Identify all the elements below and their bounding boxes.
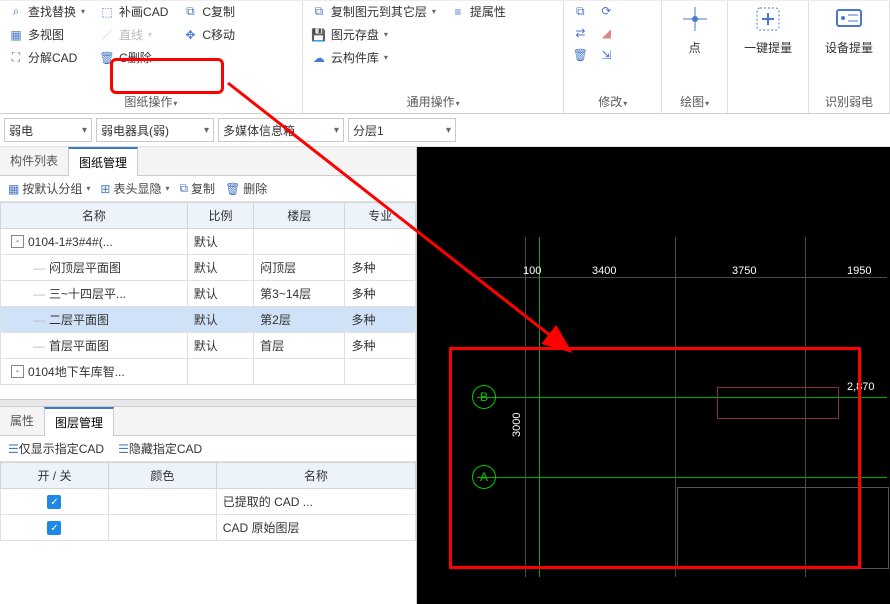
copy-to-layer-button[interactable]: ⧉复制图元到其它层▾ (311, 3, 436, 20)
drawing-table: 名称 比例 楼层 专业 -0104-1#3#4#(...默认—闷顶层平面图默认闷… (0, 202, 416, 385)
table-row[interactable]: —三~十四层平...默认第3~14层多种 (1, 281, 416, 307)
dim-1950: 1950 (847, 265, 871, 277)
combo-category[interactable]: 弱电器具(弱)▾ (96, 118, 214, 142)
multiview-button[interactable]: ▦多视图 (8, 26, 85, 43)
table-row[interactable]: —闷顶层平面图默认闷顶层多种 (1, 255, 416, 281)
delete-button[interactable]: 🗑删除 (225, 180, 267, 197)
drawing-canvas[interactable]: 100 3400 3750 1950 2,870 3000 B A (417, 147, 890, 604)
decompose-icon: ⛶ (8, 50, 24, 66)
table-row[interactable]: ✓已提取的 CAD ... (1, 489, 416, 515)
combo-component[interactable]: 多媒体信息箱▾ (218, 118, 344, 142)
col-scale[interactable]: 比例 (187, 203, 253, 229)
device-extract-label: 设备提量 (825, 39, 873, 56)
checkbox[interactable]: ✓ (47, 495, 61, 509)
table-row[interactable]: -0104地下车库智... (1, 359, 416, 385)
col-floor[interactable]: 楼层 (254, 203, 345, 229)
tab-component-list[interactable]: 构件列表 (0, 147, 68, 175)
table-row[interactable]: ✓CAD 原始图层 (1, 515, 416, 541)
dim-3400: 3400 (592, 265, 616, 277)
fill-cad-button[interactable]: ⬚补画CAD (99, 3, 168, 20)
splitter[interactable] (0, 399, 416, 407)
tool-mirror-icon[interactable]: ⇄ (572, 25, 588, 41)
c-delete-button[interactable]: 🗑C删除 (99, 49, 168, 66)
col-name[interactable]: 名称 (1, 203, 188, 229)
list-icon: ≡ (450, 4, 466, 20)
tab-layer-mgr[interactable]: 图层管理 (44, 407, 114, 436)
group-default-button[interactable]: ▦按默认分组▾ (8, 180, 90, 197)
line-icon: ／ (99, 27, 115, 43)
col-onoff[interactable]: 开 / 关 (1, 463, 109, 489)
dim-100a: 100 (523, 265, 541, 277)
copyto-icon: ⧉ (311, 4, 327, 20)
search-icon: ⌕ (8, 4, 24, 20)
device-extract-icon[interactable] (833, 3, 865, 35)
table-row[interactable]: —二层平面图默认第2层多种 (1, 307, 416, 333)
tool-align-icon[interactable]: ◢ (598, 25, 614, 41)
move-icon: ✥ (182, 27, 198, 43)
decompose-cad-button[interactable]: ⛶分解CAD (8, 49, 85, 66)
tab-drawing-mgr[interactable]: 图纸管理 (68, 147, 138, 176)
one-click-icon[interactable] (752, 3, 784, 35)
c-copy-button[interactable]: ⧉C复制 (182, 3, 235, 20)
save-icon: 💾 (311, 27, 327, 43)
combo-system[interactable]: 弱电▾ (4, 118, 92, 142)
group-label-general: 通用操作▾ (311, 90, 555, 113)
dim-3750: 3750 (732, 265, 756, 277)
cloud-lib-button[interactable]: ☁云构件库▾ (311, 49, 436, 66)
fillcad-icon: ⬚ (99, 4, 115, 20)
expand-icon[interactable]: - (11, 365, 24, 378)
col-lname[interactable]: 名称 (216, 463, 415, 489)
group-label-draw: 绘图▾ (670, 90, 719, 113)
cloud-icon: ☁ (311, 50, 327, 66)
tab-property[interactable]: 属性 (0, 407, 44, 435)
group-label-modify: 修改▾ (572, 90, 653, 113)
save-elements-button[interactable]: 💾图元存盘▾ (311, 26, 436, 43)
show-only-cad-button[interactable]: ☰仅显示指定CAD (8, 440, 104, 457)
trash-icon: 🗑 (99, 50, 115, 66)
multiview-icon: ▦ (8, 27, 24, 43)
checkbox[interactable]: ✓ (47, 521, 61, 535)
copy-icon: ⧉ (182, 4, 198, 20)
tool-delete-icon[interactable]: 🗑 (572, 47, 588, 63)
c-move-button[interactable]: ✥C移动 (182, 26, 235, 43)
combo-layer[interactable]: 分层1▾ (348, 118, 456, 142)
col-color[interactable]: 颜色 (108, 463, 216, 489)
point-icon[interactable] (679, 3, 711, 35)
group-label-recog: 识别弱电 (817, 90, 881, 113)
line-button[interactable]: ／直线▾ (99, 26, 168, 43)
header-toggle-button[interactable]: ⊞表头显隐▾ (100, 180, 169, 197)
tool-stretch-icon[interactable]: ⇲ (598, 47, 614, 63)
find-replace-button[interactable]: ⌕查找替换▾ (8, 3, 85, 20)
point-label: 点 (689, 39, 701, 56)
one-click-label: 一键提量 (744, 39, 792, 56)
expand-icon[interactable]: - (11, 235, 24, 248)
col-spec[interactable]: 专业 (345, 203, 416, 229)
table-row[interactable]: -0104-1#3#4#(...默认 (1, 229, 416, 255)
layer-table: 开 / 关 颜色 名称 ✓已提取的 CAD ...✓CAD 原始图层 (0, 462, 416, 541)
group-label-drawing: 图纸操作▾ (8, 90, 294, 113)
extract-prop-button[interactable]: ≡提属性 (450, 3, 506, 20)
tool-rotate-icon[interactable]: ⟳ (598, 3, 614, 19)
table-row[interactable]: —首层平面图默认首层多种 (1, 333, 416, 359)
annotation-rect (449, 347, 861, 569)
tool-copy-icon[interactable]: ⧉ (572, 3, 588, 19)
hide-cad-button[interactable]: ☰隐藏指定CAD (118, 440, 202, 457)
copy-button[interactable]: ⧉复制 (179, 180, 215, 197)
